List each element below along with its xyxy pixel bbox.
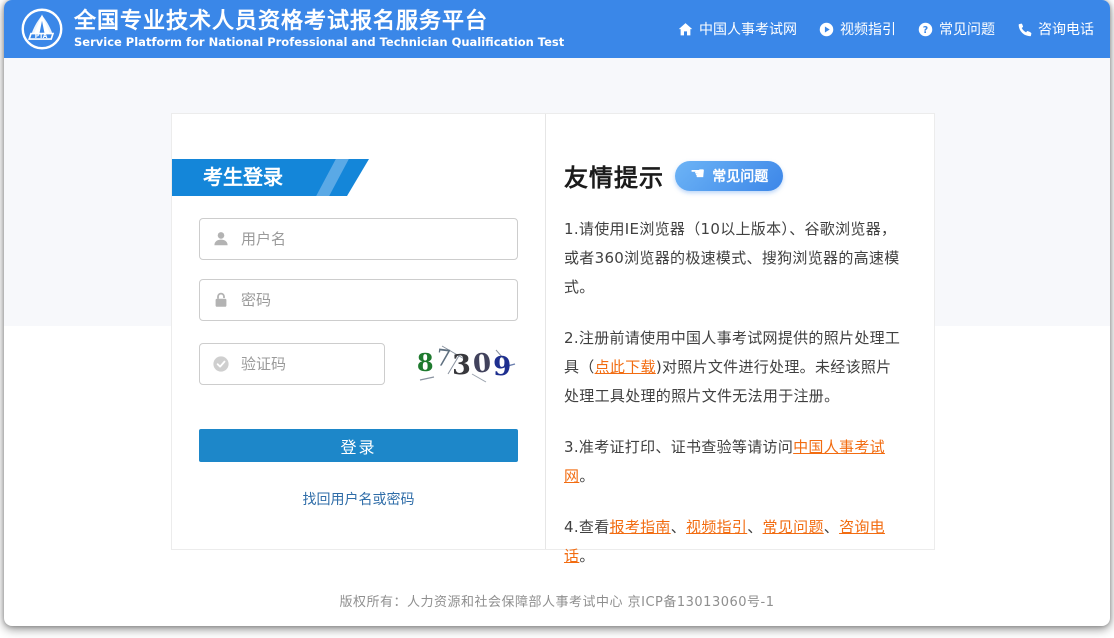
captcha-image[interactable]: 87309 xyxy=(412,340,518,388)
header-bar: PTA 全国专业技术人员资格考试报名服务平台 Service Platform … xyxy=(4,0,1110,58)
tip-link[interactable]: 报考指南 xyxy=(610,518,671,536)
tips-header: 友情提示 ☚ 常见问题 xyxy=(564,158,906,193)
tip-link[interactable]: 常见问题 xyxy=(763,518,824,536)
tip-link[interactable]: 点此下载 xyxy=(595,358,656,376)
tip-text: 。 xyxy=(579,467,594,485)
captcha-digit: 0 xyxy=(472,348,494,379)
nav-item-cpta-home[interactable]: 中国人事考试网 xyxy=(678,19,797,39)
tip-link[interactable]: 视频指引 xyxy=(686,518,747,536)
login-panel-header: 考生登录 xyxy=(172,159,369,196)
svg-text:?: ? xyxy=(923,24,928,35)
question-icon: ? xyxy=(918,22,933,37)
forgot-credentials-link[interactable]: 找回用户名或密码 xyxy=(199,489,518,509)
nav-item-faq[interactable]: ? 常见问题 xyxy=(918,19,995,39)
tip-item-4: 4.查看报考指南、视频指引、常见问题、咨询电话。 xyxy=(564,513,906,571)
home-icon xyxy=(678,22,693,37)
login-button[interactable]: 登录 xyxy=(199,429,518,462)
tip-text: 3.准考证打印、证书查验等请访问 xyxy=(564,438,793,456)
pta-logo-icon: PTA xyxy=(20,7,64,51)
captcha-digit: 8 xyxy=(417,348,436,377)
nav-label: 常见问题 xyxy=(939,19,995,39)
tip-item-1: 1.请使用IE浏览器（10以上版本）、谷歌浏览器，或者360浏览器的极速模式、搜… xyxy=(564,215,906,302)
captcha-input[interactable] xyxy=(241,355,372,373)
shield-check-icon xyxy=(212,355,230,373)
site-subtitle: Service Platform for National Profession… xyxy=(74,35,564,50)
tip-text: 1.请使用IE浏览器（10以上版本）、谷歌浏览器，或者360浏览器的极速模式、搜… xyxy=(564,220,900,296)
nav-label: 咨询电话 xyxy=(1038,19,1094,39)
tip-text: 、 xyxy=(824,518,839,536)
nav-item-video-guide[interactable]: 视频指引 xyxy=(819,19,896,39)
tip-item-2: 2.注册前请使用中国人事考试网提供的照片处理工具（点此下载)对照片文件进行处理。… xyxy=(564,324,906,411)
faq-badge-label: 常见问题 xyxy=(712,166,768,186)
phone-icon xyxy=(1017,22,1032,37)
tips-panel: 友情提示 ☚ 常见问题 1.请使用IE浏览器（10以上版本）、谷歌浏览器，或者3… xyxy=(546,114,934,549)
nav-label: 中国人事考试网 xyxy=(699,19,797,39)
site-title-block: 全国专业技术人员资格考试报名服务平台 Service Platform for … xyxy=(74,9,564,50)
tip-text: 4.查看 xyxy=(564,518,610,536)
main-card: 考生登录 xyxy=(171,113,935,550)
captcha-digit: 7 xyxy=(434,345,454,373)
tip-text: 。 xyxy=(579,547,594,565)
tip-text: 、 xyxy=(747,518,762,536)
captcha-field-box xyxy=(199,343,385,385)
svg-text:PTA: PTA xyxy=(35,33,48,40)
username-input[interactable] xyxy=(241,230,505,248)
tips-title: 友情提示 xyxy=(564,158,664,193)
login-panel-title: 考生登录 xyxy=(203,165,283,189)
copyright-footer: 版权所有：人力资源和社会保障部人事考试中心 京ICP备13013060号-1 xyxy=(4,591,1110,610)
pointing-hand-icon: ☚ xyxy=(690,166,705,183)
login-panel: 考生登录 xyxy=(172,114,546,549)
password-input[interactable] xyxy=(241,291,505,309)
username-field-box xyxy=(199,218,518,260)
header-nav: 中国人事考试网 视频指引 ? 常见问题 咨询电话 xyxy=(678,19,1094,39)
nav-label: 视频指引 xyxy=(840,19,896,39)
captcha-digits: 87309 xyxy=(412,340,518,388)
captcha-digit: 3 xyxy=(452,350,473,381)
site-title: 全国专业技术人员资格考试报名服务平台 xyxy=(74,9,564,35)
tip-text: 、 xyxy=(671,518,686,536)
user-icon xyxy=(212,230,230,248)
nav-item-phone[interactable]: 咨询电话 xyxy=(1017,19,1094,39)
app-window: PTA 全国专业技术人员资格考试报名服务平台 Service Platform … xyxy=(4,0,1110,626)
captcha-row: 87309 xyxy=(199,340,518,388)
play-icon xyxy=(819,22,834,37)
password-field-box xyxy=(199,279,518,321)
captcha-digit: 9 xyxy=(493,352,513,382)
lock-icon xyxy=(212,291,230,309)
ribbon-stripe-decoration xyxy=(314,155,351,200)
login-form: 87309 登录 找回用户名或密码 xyxy=(172,218,545,509)
tip-item-3: 3.准考证打印、证书查验等请访问中国人事考试网。 xyxy=(564,433,906,491)
faq-badge-button[interactable]: ☚ 常见问题 xyxy=(675,161,783,191)
